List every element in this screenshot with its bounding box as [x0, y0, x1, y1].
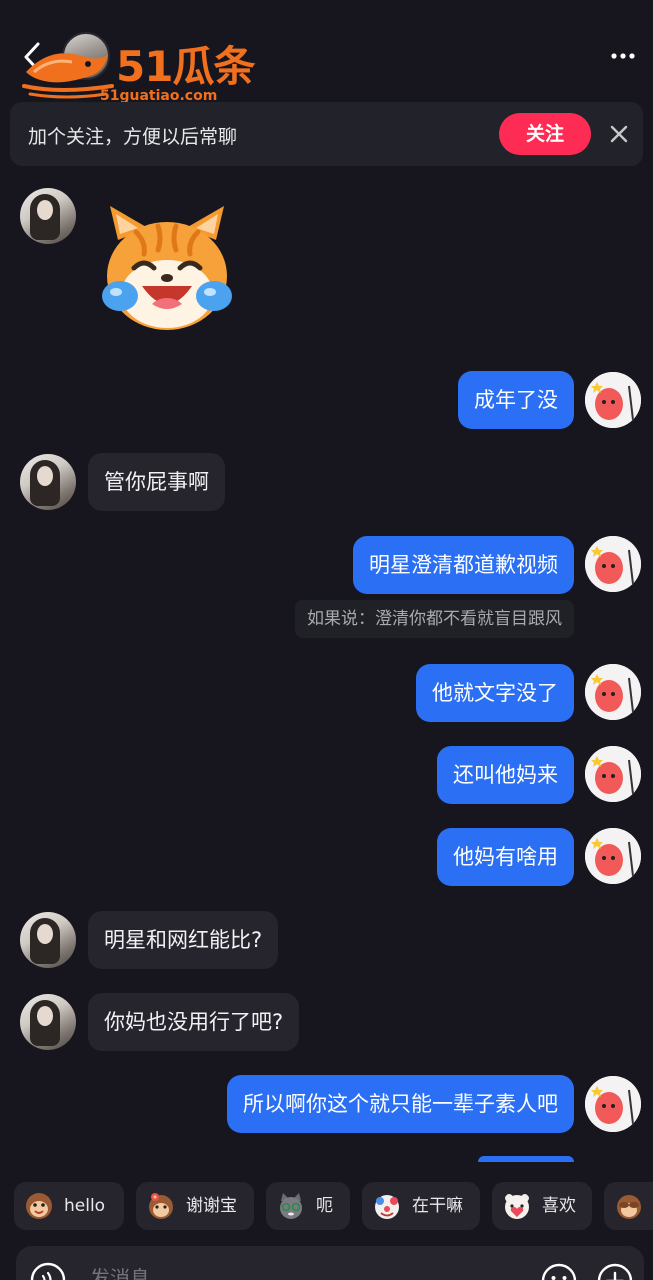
quick-reply-label: hello	[64, 1196, 106, 1216]
my-avatar-image	[585, 372, 641, 428]
follow-banner: 加个关注，方便以后常聊 关注	[10, 102, 643, 166]
emoji-icon[interactable]	[540, 1262, 578, 1280]
avatar-face	[37, 924, 53, 944]
their-message-bubble[interactable]: 管你屁事啊	[88, 453, 225, 511]
more-options-icon[interactable]	[609, 46, 637, 66]
my-message-bubble[interactable]: 明星澄清都道歉视频	[353, 536, 574, 594]
their-message-bubble[interactable]: 明星和网红能比?	[88, 911, 279, 969]
quick-reply-label: 谢谢宝	[186, 1196, 237, 1216]
close-icon[interactable]	[608, 123, 630, 145]
my-message-bubble-partial	[478, 1156, 574, 1162]
quick-reply-chip[interactable]: 喜欢	[492, 1182, 592, 1230]
quick-reply-chip[interactable]: 在干嘛	[362, 1182, 480, 1230]
quick-reply-chip[interactable]: 谢谢宝	[136, 1182, 254, 1230]
top-bar: 51瓜条 51guatiao.com	[0, 0, 653, 104]
my-message-bubble[interactable]: 所以啊你这个就只能一辈子素人吧	[227, 1075, 574, 1133]
message-input[interactable]	[90, 1260, 510, 1280]
my-avatar[interactable]	[585, 746, 641, 802]
crying-laughing-cat-sticker[interactable]	[96, 202, 238, 336]
quick-reply-label: 呃	[316, 1196, 333, 1216]
voice-icon[interactable]	[30, 1262, 66, 1280]
avatar-face	[37, 1006, 53, 1026]
my-avatar[interactable]	[585, 372, 641, 428]
quick-reply-chip[interactable]: hello	[14, 1182, 124, 1230]
my-avatar-image	[585, 1076, 641, 1132]
contact-avatar[interactable]	[20, 912, 76, 968]
watermark-logo: 51瓜条 51guatiao.com	[20, 42, 260, 106]
quick-reply-chip[interactable]	[604, 1182, 653, 1230]
bear-heart-emoji-icon	[505, 1194, 529, 1219]
my-message-bubble[interactable]: 他就文字没了	[416, 664, 574, 722]
clown-emoji-icon	[375, 1195, 399, 1219]
contact-avatar[interactable]	[20, 994, 76, 1050]
logo-text: 51瓜条	[116, 42, 255, 91]
quick-reply-bar: hello 谢谢宝 呃 在干嘛 喜欢	[0, 1176, 653, 1236]
avatar-face	[37, 200, 53, 220]
my-avatar-image	[585, 536, 641, 592]
quick-reply-chip[interactable]: 呃	[266, 1182, 350, 1230]
my-avatar-image	[585, 746, 641, 802]
monkey-emoji-icon	[26, 1193, 52, 1219]
system-tip: 如果说：澄清你都不看就盲目跟风	[295, 600, 574, 638]
my-avatar-image	[585, 828, 641, 884]
plus-icon[interactable]	[596, 1262, 634, 1280]
their-message-bubble[interactable]: 你妈也没用行了吧?	[88, 993, 300, 1051]
quick-reply-label: 在干嘛	[412, 1196, 463, 1216]
my-message-bubble[interactable]: 成年了没	[458, 371, 574, 429]
my-message-bubble[interactable]: 还叫他妈来	[437, 746, 574, 804]
contact-avatar[interactable]	[20, 454, 76, 510]
avatar-face	[37, 466, 53, 486]
quick-reply-label: 喜欢	[542, 1196, 576, 1216]
my-avatar-image	[585, 664, 641, 720]
my-avatar[interactable]	[585, 828, 641, 884]
my-avatar[interactable]	[585, 664, 641, 720]
monkey-covering-eyes-emoji-icon	[617, 1195, 641, 1219]
contact-avatar[interactable]	[20, 188, 76, 244]
my-message-bubble[interactable]: 他妈有啥用	[437, 828, 574, 886]
follow-prompt-text: 加个关注，方便以后常聊	[28, 126, 238, 148]
my-avatar[interactable]	[585, 1076, 641, 1132]
monkey-flower-emoji-icon	[149, 1193, 173, 1219]
follow-button[interactable]: 关注	[499, 113, 591, 155]
cat-glasses-emoji-icon	[280, 1193, 302, 1219]
my-avatar[interactable]	[585, 536, 641, 592]
message-input-bar	[16, 1246, 644, 1280]
